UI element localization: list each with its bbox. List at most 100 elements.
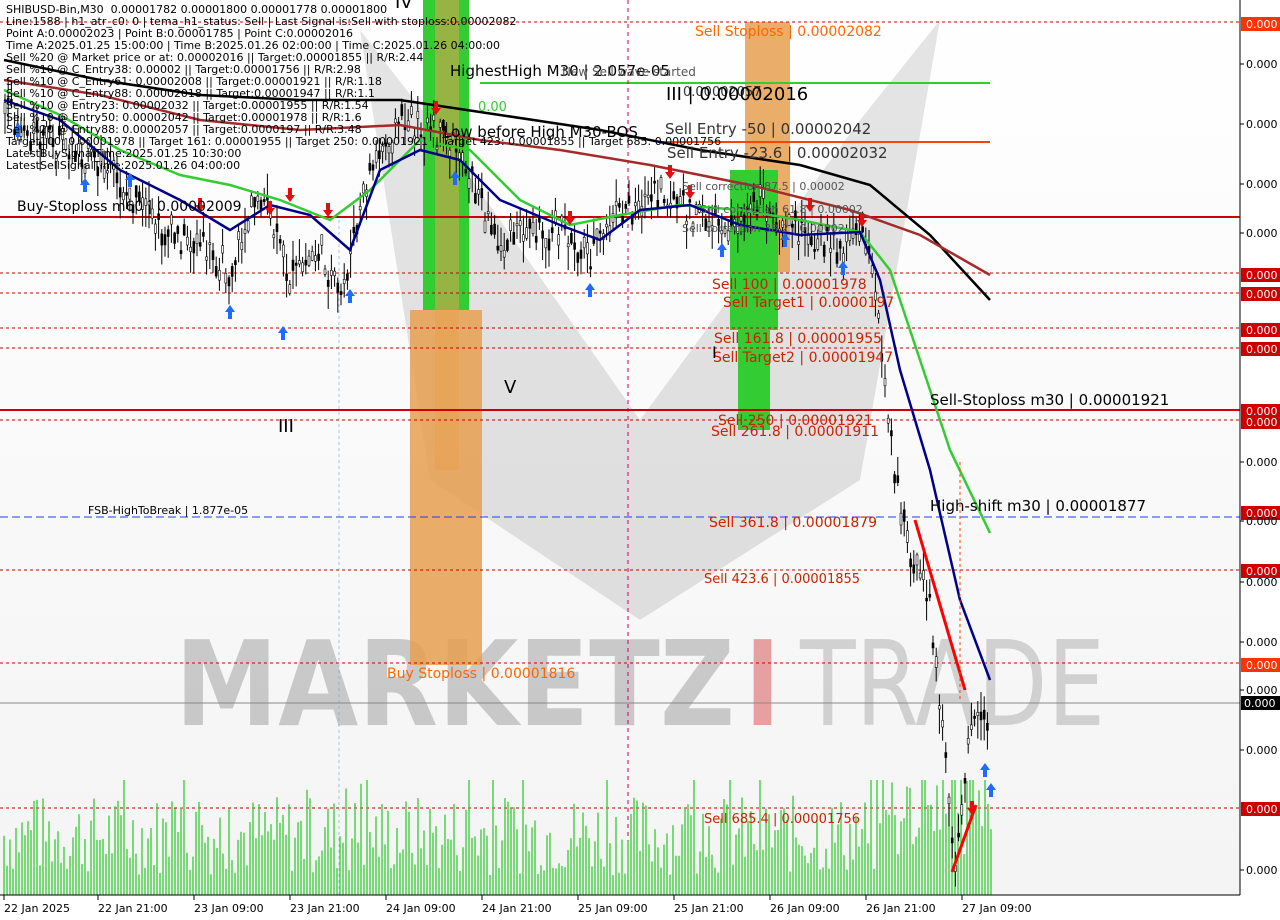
price-tick-label: 0.000: [1246, 269, 1278, 282]
candle-body: [198, 242, 202, 247]
candle-body: [253, 197, 256, 208]
candle-body: [342, 278, 346, 285]
candle-body: [486, 211, 490, 214]
candle-body: [326, 279, 330, 287]
candle-body: [589, 266, 592, 270]
candle-body: [522, 234, 525, 242]
candle-body: [285, 273, 288, 281]
price-tick-label: 0.000: [1246, 324, 1278, 337]
candle-body: [944, 752, 948, 758]
candle-body: [576, 252, 580, 263]
price-tick-label: 0.000: [1246, 684, 1278, 697]
candle-body: [317, 253, 320, 261]
candle-body: [118, 187, 122, 198]
time-tick-label: 22 Jan 21:00: [98, 902, 168, 915]
candle-body: [582, 236, 586, 249]
candle-body: [842, 253, 845, 263]
candle-body: [938, 705, 941, 710]
price-tick-label: 0.000: [1246, 227, 1278, 240]
candle-body: [883, 378, 887, 387]
candle-body: [304, 259, 308, 266]
candle-body: [947, 796, 951, 805]
candle-body: [192, 241, 196, 254]
candle-body: [966, 738, 970, 745]
candle-body: [797, 241, 800, 245]
time-axis[interactable]: 22 Jan 2025 22 Jan 21:00 23 Jan 09:00 23 Ja…: [3, 895, 1032, 915]
candle-body: [912, 564, 916, 574]
candle-body: [624, 203, 628, 209]
candle-body: [963, 778, 967, 784]
candle-body: [358, 206, 362, 211]
sell-685-label: Sell 685.4 | 0.00001756: [704, 812, 860, 827]
candle-body: [931, 642, 935, 649]
price-tick-label: 0.000: [1246, 288, 1278, 301]
price-tick-label: 0.000: [1246, 118, 1278, 131]
candle-body: [218, 269, 221, 281]
candle-body: [115, 172, 119, 184]
candle-body: [176, 226, 180, 234]
wave-e-label: I: [712, 343, 717, 362]
time-tick-label: 24 Jan 21:00: [482, 902, 552, 915]
candle-body: [941, 720, 944, 728]
candle-body: [570, 233, 573, 244]
price-tick-label: 0.000: [1246, 18, 1278, 31]
buy-stoploss-m60-label: Buy-Stoploss m60 | 0.00002009: [17, 199, 242, 215]
candle-body: [538, 217, 541, 223]
candle-body: [310, 251, 314, 261]
price-tick-label: 0.000: [1246, 636, 1278, 649]
candle-body: [547, 238, 551, 251]
candle-body: [490, 224, 493, 235]
candle-body: [240, 241, 244, 250]
sell-100-label: Sell 100 | 0.00001978: [712, 277, 867, 293]
sell-correction-875-label: Sell correction 87.5 | 0.00002: [682, 180, 845, 193]
candle-body: [166, 229, 170, 237]
candle-body: [950, 837, 954, 844]
candle-body: [928, 594, 932, 598]
sell-correction-38-label: Sell correction 38.2 | 0.00002: [682, 222, 845, 235]
watermark-text: MARKETZ I TRADE: [175, 615, 1105, 753]
candle-body: [179, 250, 183, 254]
time-tick-label: 27 Jan 09:00: [962, 902, 1032, 915]
candle-body: [189, 246, 192, 253]
candle-body: [822, 244, 826, 257]
candle-body: [611, 213, 615, 223]
candle-body: [195, 233, 199, 244]
candle-body: [515, 223, 519, 227]
candle-body: [214, 266, 218, 277]
candle-body: [518, 220, 522, 226]
candle-body: [627, 195, 631, 204]
candle-body: [970, 724, 973, 730]
time-tick-label: 26 Jan 09:00: [770, 902, 840, 915]
candle-body: [979, 711, 983, 721]
price-tick-label: 0.000: [1246, 456, 1278, 469]
candle-body: [499, 245, 503, 252]
candle-body: [362, 183, 365, 194]
candle-body: [250, 195, 253, 207]
candle-body: [662, 198, 666, 204]
sell-161-label: Sell 161.8 | 0.00001955: [714, 331, 882, 347]
candle-body: [579, 249, 583, 259]
candle-body: [765, 217, 768, 222]
price-tick-label: 0.000: [1246, 864, 1278, 877]
candle-body: [870, 265, 874, 275]
candle-body: [186, 236, 189, 246]
candle-body: [672, 191, 676, 200]
candle-body: [272, 234, 276, 238]
candle-body: [237, 231, 240, 241]
candle-body: [477, 189, 480, 195]
candle-body: [976, 711, 980, 716]
candle-body: [230, 266, 234, 277]
candle-body: [333, 270, 336, 277]
candle-body: [125, 192, 128, 196]
candle-body: [160, 233, 164, 246]
candle-body: [474, 193, 477, 204]
candle-body: [899, 512, 903, 526]
price-axis[interactable]: 0.000 0.000 0.000 0.000 0.000 0.000 0.000 0.000…: [1240, 17, 1280, 877]
candle-body: [346, 273, 349, 281]
candle-body: [550, 227, 554, 234]
time-tick-label: 25 Jan 09:00: [578, 902, 648, 915]
candle-body: [163, 234, 167, 246]
candle-body: [128, 187, 132, 200]
candle-body: [598, 230, 602, 234]
time-tick-label: 23 Jan 21:00: [290, 902, 360, 915]
